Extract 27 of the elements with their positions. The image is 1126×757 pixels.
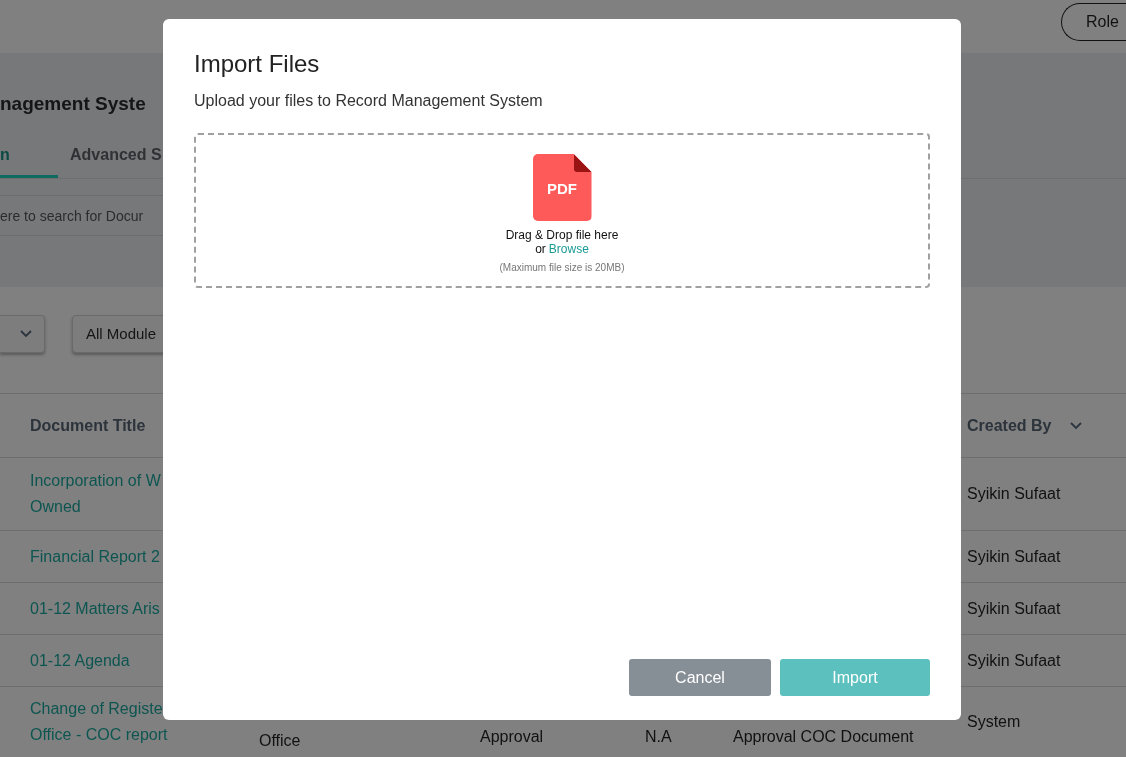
- table-cell-text: Syikin Sufaat: [967, 650, 1061, 671]
- drop-instruction: Drag & Drop file here: [505, 228, 619, 242]
- table-cell-text: Syikin Sufaat: [967, 546, 1061, 567]
- drop-zone[interactable]: PDF Drag & Drop file here or Browse (Maximum file size is 20MB): [194, 133, 930, 288]
- pdf-file-icon: PDF: [532, 154, 592, 221]
- import-button[interactable]: Import: [780, 659, 930, 696]
- search-tab[interactable]: Advanced S: [58, 135, 162, 178]
- cancel-button[interactable]: Cancel: [629, 659, 771, 696]
- browse-prefix: or: [535, 242, 546, 256]
- page-title: nagement Syste: [0, 92, 146, 116]
- table-cell: Office: [259, 732, 301, 749]
- column-header: Document Title: [30, 415, 146, 436]
- table-cell: Approval COC Document: [733, 728, 914, 745]
- column-header: Created By: [967, 415, 1052, 436]
- table-cell-text: Syikin Sufaat: [967, 484, 1061, 504]
- chevron-down-icon: [20, 330, 32, 338]
- dialog-subtitle: Upload your files to Record Management System: [194, 91, 543, 111]
- dialog-title: Import Files: [194, 49, 320, 79]
- table-cell: Approval: [480, 728, 544, 745]
- file-size-note: (Maximum file size is 20MB): [499, 261, 625, 275]
- table-cell-text: System: [967, 712, 1021, 732]
- browse-link[interactable]: Browse: [548, 242, 589, 256]
- table-cell: N.A: [645, 728, 672, 745]
- search-field[interactable]: ere to search for Docur: [0, 195, 163, 236]
- sort-chevron-icon[interactable]: [1070, 421, 1083, 430]
- table-cell-text: Syikin Sufaat: [967, 598, 1061, 619]
- search-tab[interactable]: n: [0, 135, 58, 178]
